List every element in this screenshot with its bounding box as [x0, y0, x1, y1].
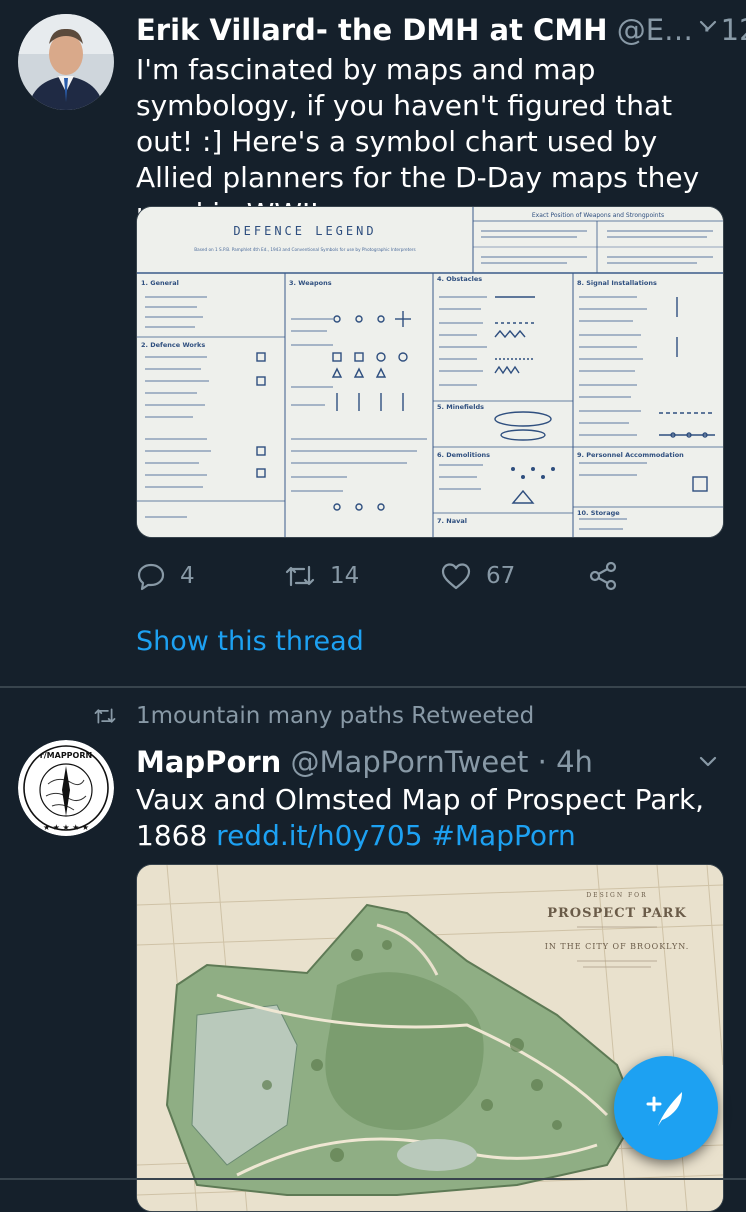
tweet-media[interactable]: DESIGN FOR PROSPECT PARK IN THE CITY OF … — [136, 864, 724, 1212]
prospect-park-map-image: DESIGN FOR PROSPECT PARK IN THE CITY OF … — [137, 865, 723, 1211]
section-label: 1. General — [141, 279, 179, 287]
defence-legend-image: DEFENCE LEGEND Based on 1 S.P.B. Pamphle… — [137, 207, 723, 537]
avatar[interactable] — [18, 14, 114, 110]
tweet-1[interactable]: Erik Villard- the DMH at CMH @E… · 12h I… — [0, 0, 746, 690]
compose-tweet-button[interactable] — [614, 1056, 718, 1160]
tweet-actions: 4 14 67 — [136, 556, 736, 596]
tweet-divider — [0, 686, 746, 688]
author-name[interactable]: Erik Villard- the DMH at CMH — [136, 13, 607, 47]
avatar-text: r/MAPPORN — [40, 751, 92, 760]
retweet-icon — [94, 708, 116, 724]
legend-title: DEFENCE LEGEND — [233, 224, 376, 238]
retweet-button[interactable]: 14 — [284, 556, 359, 596]
section-label: 5. Minefields — [437, 403, 484, 411]
avatar[interactable]: r/MAPPORN ★ ★ ★ ★ ★ — [18, 740, 114, 836]
like-count: 67 — [486, 563, 516, 589]
map-title-line3: IN THE CITY OF BROOKLYN. — [545, 942, 690, 951]
reply-icon — [137, 563, 165, 591]
legend-corner-title: Exact Position of Weapons and Strongpoin… — [532, 212, 664, 219]
section-label: 2. Defence Works — [141, 341, 205, 349]
svg-text:★ ★ ★ ★ ★: ★ ★ ★ ★ ★ — [43, 823, 89, 832]
section-label: 10. Storage — [577, 509, 620, 517]
tweet-header: MapPorn @MapPornTweet · 4h — [136, 738, 726, 786]
reply-button[interactable]: 4 — [136, 556, 195, 596]
tweet-text: Vaux and Olmsted Map of Prospect Park, 1… — [136, 782, 726, 854]
reply-count: 4 — [180, 563, 195, 589]
compose-feather-icon — [646, 1092, 682, 1126]
like-button[interactable]: 67 — [440, 556, 515, 596]
map-title-line2: PROSPECT PARK — [547, 906, 687, 921]
section-label: 8. Signal Installations — [577, 279, 657, 287]
section-label: 6. Demolitions — [437, 451, 490, 459]
retweet-count: 14 — [330, 563, 360, 589]
author-handle[interactable]: @MapPornTweet — [291, 745, 529, 779]
show-thread-link[interactable]: Show this thread — [136, 626, 364, 657]
retweet-context[interactable]: 1mountain many paths Retweeted — [90, 700, 534, 732]
hashtag-link[interactable]: #MapPorn — [431, 819, 575, 852]
tweet-text: I'm fascinated by maps and map symbology… — [136, 53, 700, 230]
bottom-divider — [0, 1178, 746, 1180]
share-icon — [589, 561, 617, 591]
chevron-down-icon[interactable] — [698, 752, 718, 772]
tweet-header: Erik Villard- the DMH at CMH @E… · 12h — [136, 6, 746, 54]
tweet-media[interactable]: DEFENCE LEGEND Based on 1 S.P.B. Pamphle… — [136, 206, 724, 538]
tweet-link[interactable]: redd.it/h0y705 — [216, 819, 422, 852]
section-label: 7. Naval — [437, 517, 467, 525]
legend-subtitle: Based on 1 S.P.B. Pamphlet 4th Ed., 1943… — [194, 247, 415, 252]
timestamp[interactable]: 4h — [556, 745, 593, 779]
chevron-down-icon[interactable] — [698, 16, 718, 36]
share-button[interactable] — [588, 556, 632, 596]
heart-icon — [441, 563, 471, 590]
timestamp[interactable]: 12h — [721, 13, 746, 47]
separator-dot: · — [537, 745, 547, 779]
mapporn-logo: r/MAPPORN ★ ★ ★ ★ ★ — [18, 740, 114, 836]
map-title-line1: DESIGN FOR — [586, 892, 647, 899]
retweeted-by-label: 1mountain many paths Retweeted — [136, 703, 535, 729]
author-name[interactable]: MapPorn — [136, 745, 281, 779]
section-label: 3. Weapons — [289, 279, 332, 287]
retweet-icon — [285, 565, 315, 587]
section-label: 4. Obstacles — [437, 275, 482, 283]
avatar-image — [18, 14, 114, 110]
author-handle[interactable]: @E… — [617, 13, 693, 47]
section-label: 9. Personnel Accommodation — [577, 451, 684, 459]
